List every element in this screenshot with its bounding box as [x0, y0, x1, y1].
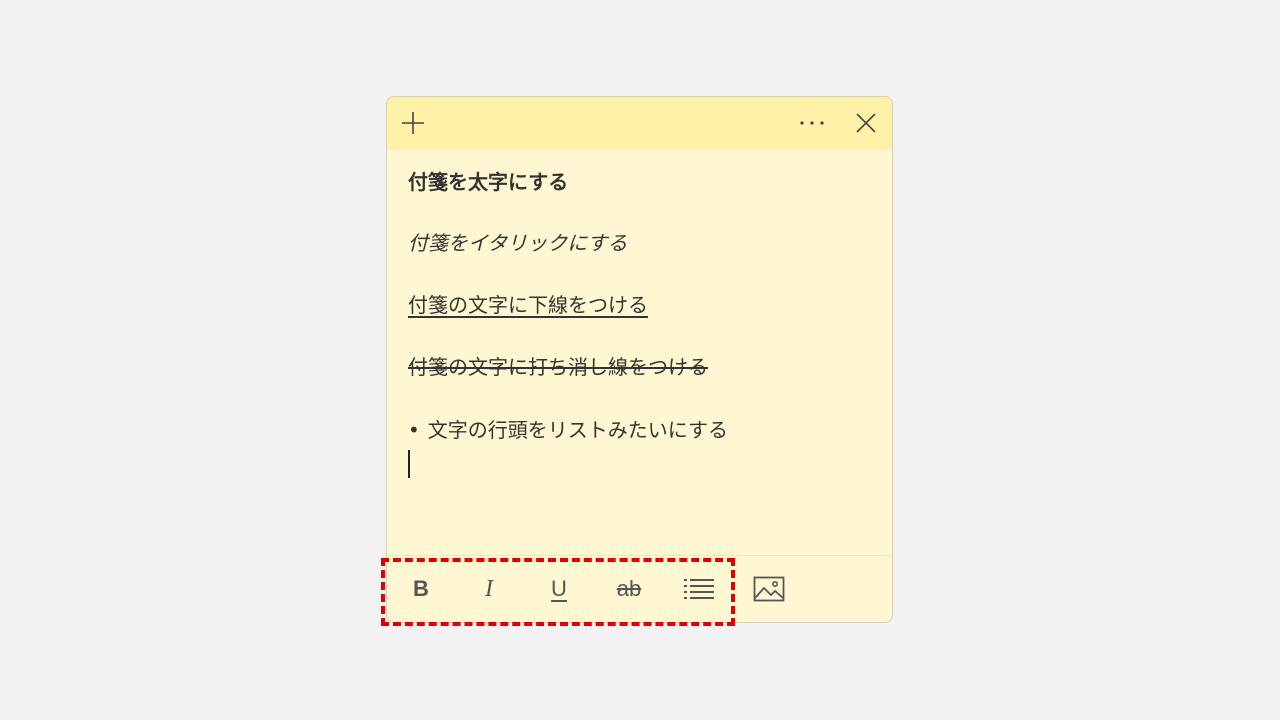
bold-button[interactable]: B: [401, 571, 441, 607]
strikethrough-button[interactable]: ab: [609, 571, 649, 607]
more-options-button[interactable]: [794, 105, 830, 141]
insert-image-button[interactable]: [749, 571, 789, 607]
text-caret: [408, 450, 410, 478]
close-icon: [856, 113, 876, 133]
italic-button[interactable]: I: [469, 571, 509, 607]
more-icon: [800, 121, 824, 125]
bullet-list-icon: [684, 579, 714, 599]
note-content[interactable]: 付箋を太字にする 付箋をイタリックにする 付箋の文字に下線をつける 付箋の文字に…: [408, 150, 871, 556]
strikethrough-text-line: 付箋の文字に打ち消し線をつける: [408, 355, 708, 379]
formatting-toolbar: B I U ab: [387, 556, 892, 622]
bullet-symbol: •: [408, 418, 420, 442]
close-note-button[interactable]: [848, 105, 884, 141]
image-icon: [753, 576, 785, 602]
bullet-item-text: 文字の行頭をリストみたいにする: [427, 418, 728, 442]
bold-text-line: 付箋を太字にする: [408, 170, 569, 194]
new-note-button[interactable]: [395, 105, 431, 141]
sticky-note-window: 付箋を太字にする 付箋をイタリックにする 付箋の文字に下線をつける 付箋の文字に…: [386, 96, 893, 623]
underline-text-line: 付箋の文字に下線をつける: [408, 293, 648, 317]
bullet-list-item: • 文字の行頭をリストみたいにする: [408, 416, 728, 444]
underline-button[interactable]: U: [539, 571, 579, 607]
note-titlebar: [387, 97, 892, 150]
bullet-list-button[interactable]: [679, 571, 719, 607]
plus-icon: [402, 112, 424, 134]
italic-text-line: 付箋をイタリックにする: [408, 231, 628, 255]
